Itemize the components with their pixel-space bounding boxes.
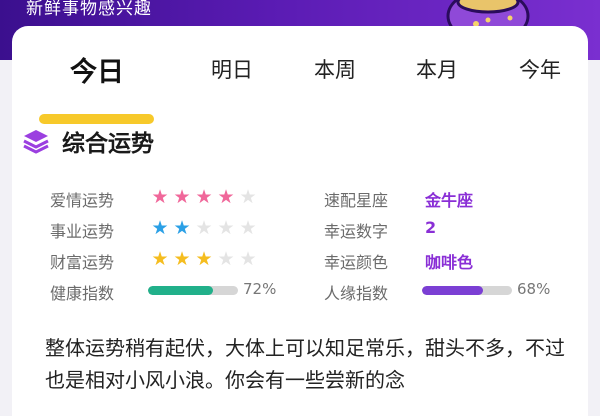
love-fortune-label: 爱情运势 [50,191,115,210]
star-empty-icon: ★ [195,217,213,239]
star-filled-icon: ★ [173,186,191,208]
banner-text: 新鲜事物感兴趣 [26,0,152,19]
star-filled-icon: ★ [217,186,235,208]
fortune-description: 整体运势稍有起伏，大体上可以知足常乐，甜头不多，不过也是相对小风小浪。你会有一些… [45,336,565,392]
tab-today[interactable]: 今日 [52,50,142,89]
career-fortune-stars: ★ ★ ★ ★ ★ [150,218,260,238]
match-sign-label: 速配星座 [324,191,389,210]
star-filled-icon: ★ [195,248,213,270]
star-filled-icon: ★ [195,186,213,208]
star-empty-icon: ★ [217,248,235,270]
star-filled-icon: ★ [151,248,169,270]
star-empty-icon: ★ [239,248,257,270]
health-index-percent: 72% [243,280,277,298]
fortune-card: 今日 明日 本周 本月 今年 综合运势 爱情运势 ★ ★ ★ ★ ★ 事业运势 ★ ★ ★ ★… [12,26,588,416]
wealth-fortune-label: 财富运势 [50,253,115,272]
period-tabs: 今日 明日 本周 本月 今年 [12,54,588,124]
lucky-number-label: 幸运数字 [324,222,389,241]
career-fortune-label: 事业运势 [50,222,115,241]
section-title: 综合运势 [62,131,154,157]
star-filled-icon: ★ [151,217,169,239]
star-empty-icon: ★ [217,217,235,239]
match-sign-value: 金牛座 [425,191,474,210]
star-filled-icon: ★ [151,186,169,208]
tab-this-week[interactable]: 本周 [295,54,375,84]
lucky-color-value: 咖啡色 [425,253,474,272]
popularity-index-bar-fill [422,286,484,295]
tab-tomorrow[interactable]: 明日 [192,54,272,84]
health-index-bar-fill [148,286,213,295]
love-fortune-stars: ★ ★ ★ ★ ★ [150,187,260,207]
active-tab-underline [39,114,154,124]
lucky-number-value: 2 [425,218,437,237]
popularity-index-bar [422,286,512,295]
health-index-label: 健康指数 [50,284,115,303]
star-empty-icon: ★ [239,186,257,208]
star-filled-icon: ★ [173,217,191,239]
popularity-index-label: 人缘指数 [324,284,389,303]
star-filled-icon: ★ [173,248,191,270]
star-empty-icon: ★ [239,217,257,239]
layers-icon [23,130,49,154]
lucky-color-label: 幸运颜色 [324,253,389,272]
health-index-bar [148,286,238,295]
wealth-fortune-stars: ★ ★ ★ ★ ★ [150,249,260,269]
tab-this-year[interactable]: 今年 [500,54,580,84]
popularity-index-percent: 68% [517,280,551,298]
tab-this-month[interactable]: 本月 [397,54,477,84]
